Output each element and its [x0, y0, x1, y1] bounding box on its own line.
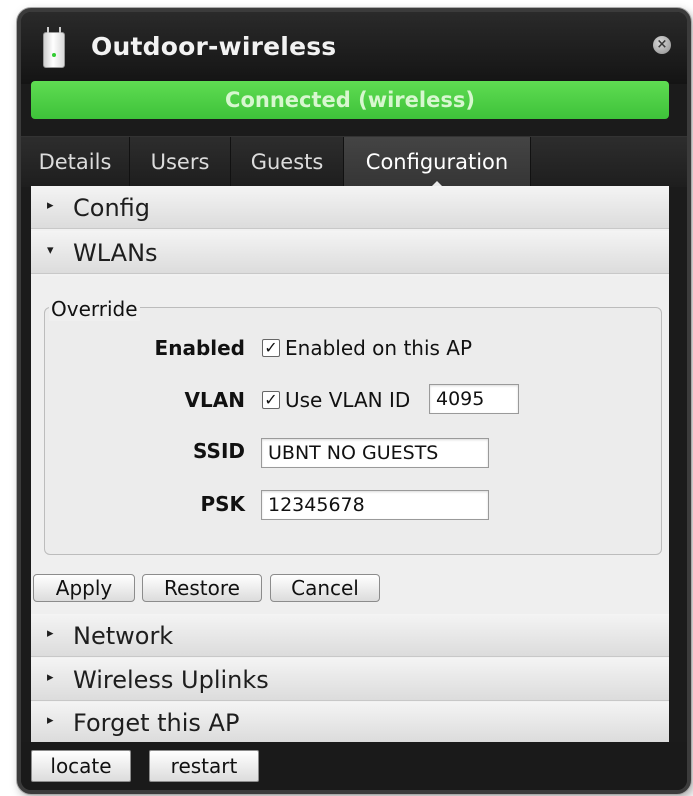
section-wireless-uplinks-label: Wireless Uplinks: [73, 666, 269, 694]
apply-button[interactable]: Apply: [33, 574, 135, 602]
access-point-icon: [43, 27, 65, 68]
led-icon: [52, 53, 56, 57]
enabled-label: Enabled: [154, 336, 245, 360]
vlan-checkbox-label: Use VLAN ID: [285, 388, 411, 412]
psk-label: PSK: [200, 492, 245, 516]
enabled-checkbox-label: Enabled on this AP: [285, 336, 473, 360]
tab-bar: Details Users Guests Configuration: [21, 136, 687, 187]
title-bar: Outdoor-wireless ×: [21, 12, 687, 84]
collapsed-arrow-icon: ▸: [47, 626, 54, 641]
close-icon[interactable]: ×: [653, 36, 671, 54]
configuration-panel: ▸ Config ▾ WLANs Override Enabled ✓ Enable…: [31, 186, 669, 743]
section-wlans-label: WLANs: [73, 239, 158, 267]
collapsed-arrow-icon: ▸: [47, 670, 54, 685]
section-wlans[interactable]: ▾ WLANs: [31, 231, 669, 274]
vlan-checkbox[interactable]: ✓: [262, 391, 280, 409]
section-forget-ap-label: Forget this AP: [73, 709, 240, 737]
status-bar: Connected (wireless): [31, 81, 669, 119]
section-config-label: Config: [73, 194, 151, 222]
footer-bar: locate restart: [21, 742, 687, 790]
section-config[interactable]: ▸ Config: [31, 186, 669, 229]
section-forget-ap[interactable]: ▸ Forget this AP: [31, 702, 669, 743]
override-legend: Override: [49, 297, 140, 321]
vlan-label: VLAN: [184, 388, 245, 412]
ssid-input[interactable]: UBNT NO GUESTS: [261, 438, 489, 468]
wlans-panel: Override Enabled ✓ Enabled on this AP VL…: [31, 276, 669, 614]
section-network[interactable]: ▸ Network: [31, 614, 669, 657]
ssid-label: SSID: [193, 439, 245, 463]
tab-users[interactable]: Users: [130, 137, 231, 187]
restart-button[interactable]: restart: [149, 750, 259, 782]
section-wireless-uplinks[interactable]: ▸ Wireless Uplinks: [31, 658, 669, 701]
collapsed-arrow-icon: ▸: [47, 198, 54, 213]
expanded-arrow-icon: ▾: [47, 243, 54, 258]
cancel-button[interactable]: Cancel: [270, 574, 380, 602]
collapsed-arrow-icon: ▸: [47, 713, 54, 728]
enabled-checkbox[interactable]: ✓: [262, 339, 280, 357]
vlan-id-input[interactable]: 4095: [429, 384, 519, 414]
tab-configuration[interactable]: Configuration: [344, 137, 531, 187]
psk-input[interactable]: 12345678: [261, 490, 489, 520]
window-title: Outdoor-wireless: [91, 32, 337, 61]
section-network-label: Network: [73, 622, 174, 650]
locate-button[interactable]: locate: [31, 750, 131, 782]
tab-details[interactable]: Details: [21, 137, 130, 187]
restore-button[interactable]: Restore: [142, 574, 262, 602]
tab-guests[interactable]: Guests: [231, 137, 344, 187]
ap-details-window: Outdoor-wireless × Connected (wireless) …: [17, 8, 691, 794]
